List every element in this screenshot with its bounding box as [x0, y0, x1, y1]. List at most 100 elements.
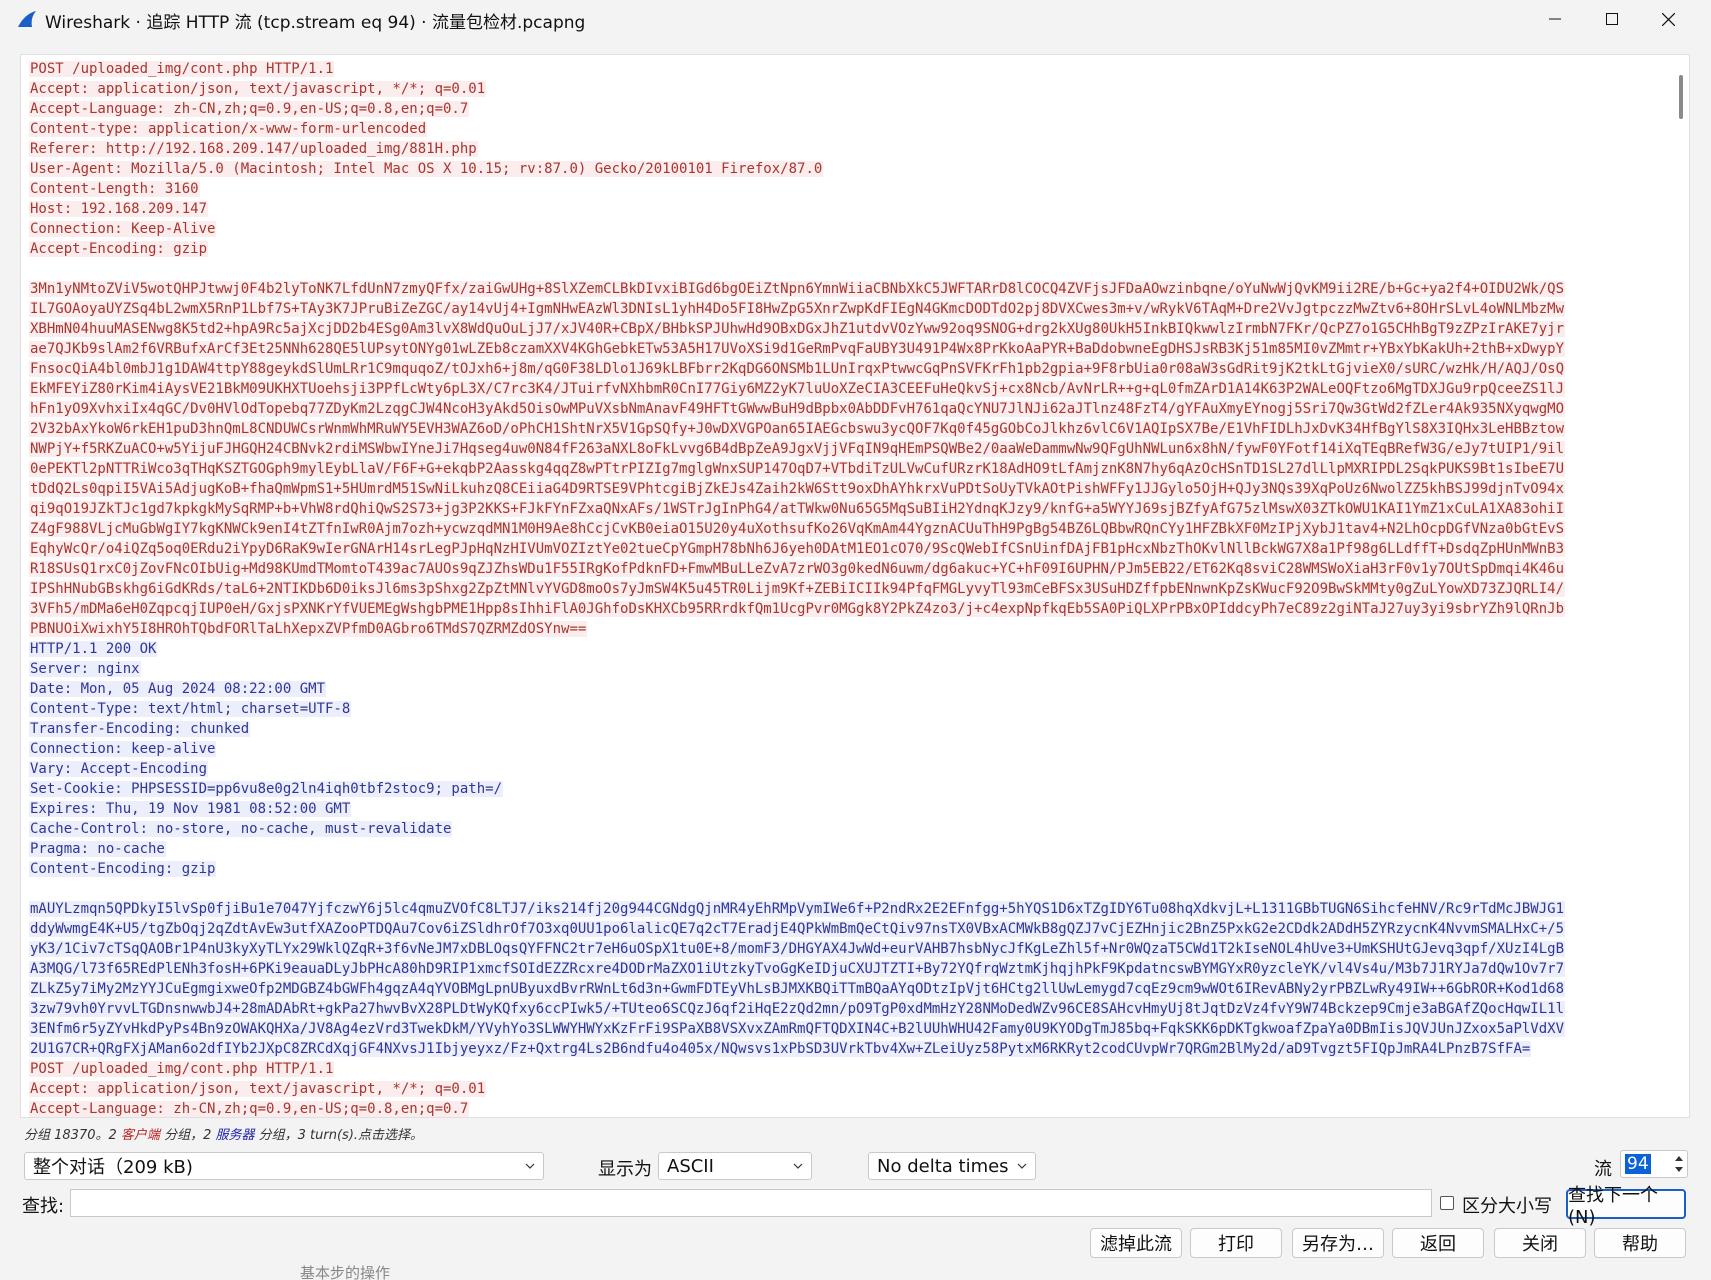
delta-times-select[interactable]: No delta times	[868, 1152, 1036, 1180]
server-stream-line[interactable]: Cache-Control: no-store, no-cache, must-…	[29, 819, 1669, 839]
client-stream-line[interactable]: POST /uploaded_img/cont.php HTTP/1.1	[29, 1059, 1669, 1079]
client-stream-line[interactable]: Content-type: application/x-www-form-url…	[29, 119, 1669, 139]
stream-line-text: 3VFh5/mDMa6eH0ZqpcqjIUP0eH/GxjsPXNKrYfVU…	[29, 601, 1566, 617]
server-stream-line[interactable]: ddyWwmgE4K+U5/tgZbOqj2qZdtAvEw3utfXAZooP…	[29, 919, 1669, 939]
client-stream-line[interactable]: POST /uploaded_img/cont.php HTTP/1.1	[29, 59, 1669, 79]
client-stream-line[interactable]: 3Mn1yNMtoZViV5wotQHPJtwwj0F4b2lyToNK7Lfd…	[29, 279, 1669, 299]
server-stream-line[interactable]: Date: Mon, 05 Aug 2024 08:22:00 GMT	[29, 679, 1669, 699]
server-stream-line[interactable]: Transfer-Encoding: chunked	[29, 719, 1669, 739]
client-stream-line[interactable]: Accept-Encoding: gzip	[29, 239, 1669, 259]
dialog-buttons-row: 滤掉此流 打印 另存为… 返回 关闭 帮助	[0, 1226, 1711, 1260]
stream-line-text: hFn1yO9XvhxiIx4qGC/Dv0HVlOdTopebq77ZDyKm…	[29, 401, 1566, 417]
stream-line-text: Accept-Language: zh-CN,zh;q=0.9,en-US;q=…	[29, 101, 470, 117]
client-stream-line[interactable]: Accept: application/json, text/javascrip…	[29, 1079, 1669, 1099]
show-as-select[interactable]: ASCII	[658, 1152, 812, 1180]
server-stream-line[interactable]: Server: nginx	[29, 659, 1669, 679]
follow-stream-window: Wireshark · 追踪 HTTP 流 (tcp.stream eq 94)…	[0, 0, 1711, 1280]
client-stream-line[interactable]: EqhyWcQr/o4iQZq5oq0ERdu2iYpyD6RaK9wIerGN…	[29, 539, 1669, 559]
maximize-button[interactable]	[1585, 0, 1639, 38]
stream-line-text: 2V32bAxYkoW6rkEH1puD3hnQmL8CNDUWCsrWnmWh…	[29, 421, 1566, 437]
client-stream-line[interactable]: Host: 192.168.209.147	[29, 199, 1669, 219]
server-stream-line[interactable]: 3zw79vh0YrvvLTGDnsnwwbJ4+28mADAbRt+gkPa2…	[29, 999, 1669, 1019]
status-client-count: 2	[108, 1128, 117, 1143]
client-stream-line[interactable]: User-Agent: Mozilla/5.0 (Macintosh; Inte…	[29, 159, 1669, 179]
stream-line-text: 3zw79vh0YrvvLTGDnsnwwbJ4+28mADAbRt+gkPa2…	[29, 1001, 1566, 1017]
stream-line-text: 3Mn1yNMtoZViV5wotQHPJtwwj0F4b2lyToNK7Lfd…	[29, 281, 1566, 297]
server-stream-line[interactable]: Pragma: no-cache	[29, 839, 1669, 859]
minimize-button[interactable]	[1528, 0, 1582, 38]
stream-line-text: Accept-Encoding: gzip	[29, 241, 209, 257]
status-mid2: 分组，3 turn(s).点击选择。	[254, 1128, 424, 1143]
close-button[interactable]: 关闭	[1494, 1228, 1586, 1258]
stream-label: 流	[1594, 1159, 1612, 1180]
client-stream-line[interactable]: NWPjY+f5RKZuACO+w5YijuFJHGQH24CBNvk2rdiM…	[29, 439, 1669, 459]
server-stream-line[interactable]: Vary: Accept-Encoding	[29, 759, 1669, 779]
server-stream-line[interactable]: Content-Encoding: gzip	[29, 859, 1669, 879]
conversation-select[interactable]: 整个对话（209 kB)	[24, 1152, 544, 1180]
client-stream-line[interactable]: XBHmN04huuMASENwg8K5td2+hpA9Rc5ajXcjDD2b…	[29, 319, 1669, 339]
client-stream-line[interactable]: 3VFh5/mDMa6eH0ZqpcqjIUP0eH/GxjsPXNKrYfVU…	[29, 599, 1669, 619]
find-input[interactable]	[70, 1189, 1432, 1217]
stream-content-panel[interactable]: POST /uploaded_img/cont.php HTTP/1.1 Acce…	[20, 54, 1690, 1118]
client-stream-line[interactable]: Referer: http://192.168.209.147/uploaded…	[29, 139, 1669, 159]
client-stream-line[interactable]: Accept-Language: zh-CN,zh;q=0.9,en-US;q=…	[29, 99, 1669, 119]
stream-number-spinbox[interactable]: 94	[1620, 1150, 1688, 1178]
back-button[interactable]: 返回	[1392, 1228, 1484, 1258]
client-stream-line[interactable]: Connection: Keep-Alive	[29, 219, 1669, 239]
client-stream-line[interactable]: PBNUOiXwixhY5I8HROhTQbdFORlTaLhXepxZVPfm…	[29, 619, 1669, 639]
client-stream-line[interactable]: ae7QJKb9slAm2f6VRBufxArCf3Et25NNh628QE5l…	[29, 339, 1669, 359]
scrollbar-thumb[interactable]	[1679, 75, 1683, 119]
server-stream-line[interactable]: mAUYLzmqn5QPDkyI5lvSp0fjiBu1e7047YjfczwY…	[29, 899, 1669, 919]
help-button[interactable]: 帮助	[1594, 1228, 1686, 1258]
client-stream-line[interactable]: tDdQ2Ls0qpiI5VAi5AdjugKoB+fhaQmWpmS1+5HU…	[29, 479, 1669, 499]
server-stream-line[interactable]: A3MQG/l73f65REdPlENh3fosH+6PKi9eauaDLyJb…	[29, 959, 1669, 979]
server-stream-line[interactable]: yK3/1Civ7cTSqQAOBr1P4nU3kyXyTLYx29WklQZq…	[29, 939, 1669, 959]
case-sensitive-checkbox[interactable]	[1440, 1196, 1454, 1210]
server-stream-line[interactable]: HTTP/1.1 200 OK	[29, 639, 1669, 659]
chevron-down-icon	[793, 1163, 803, 1169]
client-stream-line[interactable]: Accept: application/json, text/javascrip…	[29, 79, 1669, 99]
packet-status-line[interactable]: 分组 18370。2 客户端 分组，2 服务器 分组，3 turn(s).点击选…	[24, 1124, 423, 1143]
print-button[interactable]: 打印	[1190, 1228, 1282, 1258]
client-stream-line[interactable]: Accept-Language: zh-CN,zh;q=0.9,en-US;q=…	[29, 1099, 1669, 1117]
client-stream-line[interactable]: R18SUsQ1rxC0jZovFNcOIbUig+Md98KUmdTMomto…	[29, 559, 1669, 579]
stream-line-text: 3ENfm6r5yZYvHkdPyPs4Bn9zOWAKQHXa/JV8Ag4e…	[29, 1021, 1566, 1037]
client-stream-line[interactable]: hFn1yO9XvhxiIx4qGC/Dv0HVlOdTopebq77ZDyKm…	[29, 399, 1669, 419]
stream-text[interactable]: POST /uploaded_img/cont.php HTTP/1.1 Acce…	[29, 59, 1669, 1117]
server-stream-line[interactable]: Connection: keep-alive	[29, 739, 1669, 759]
spin-arrows-icon[interactable]	[1673, 1153, 1685, 1175]
server-stream-line[interactable]: 3ENfm6r5yZYvHkdPyPs4Bn9zOWAKQHXa/JV8Ag4e…	[29, 1019, 1669, 1039]
stream-number-value[interactable]: 94	[1625, 1154, 1651, 1174]
background-window-text: 基本步的操作	[300, 1264, 391, 1280]
stream-line-text: 2U1G7CR+QRgFXjAMan6o2dfIYb2JXpC8ZRCdXqjG…	[29, 1041, 1532, 1057]
find-next-button[interactable]: 查找下一个(N)	[1566, 1185, 1686, 1228]
stream-line-text: Z4gF988VLjcMuGbWgIY7kgKNWCk9enI4tZTfnIwR…	[29, 521, 1566, 537]
stream-line-text: Content-Length: 3160	[29, 181, 200, 197]
client-stream-line[interactable]: EkMFEYiZ80rKim4iAysVE21BkM09UKHXTUoehsji…	[29, 379, 1669, 399]
status-client-word: 客户端	[120, 1128, 160, 1143]
server-stream-line[interactable]: ZLkZ5y7iMy2MzYYJCuEgmgixweOfp2MDGBZ4bGWF…	[29, 979, 1669, 999]
show-as-label: 显示为	[598, 1159, 652, 1180]
server-stream-line[interactable]: 2U1G7CR+QRgFXjAMan6o2dfIYb2JXpC8ZRCdXqjG…	[29, 1039, 1669, 1059]
wireshark-fin-icon	[18, 11, 36, 27]
client-stream-line[interactable]: 2V32bAxYkoW6rkEH1puD3hnQmL8CNDUWCsrWnmWh…	[29, 419, 1669, 439]
stream-line-text: Cache-Control: no-store, no-cache, must-…	[29, 821, 453, 837]
filter-out-stream-button[interactable]: 滤掉此流	[1090, 1228, 1182, 1258]
client-stream-line[interactable]: IL7GOAoyaUYZSq4bL2wmX5RnP1Lbf7S+TAy3K7JP…	[29, 299, 1669, 319]
server-stream-line[interactable]: Content-Type: text/html; charset=UTF-8	[29, 699, 1669, 719]
server-stream-line[interactable]: Expires: Thu, 19 Nov 1981 08:52:00 GMT	[29, 799, 1669, 819]
client-stream-line[interactable]: FnsocQiA4bl0mbJ1g1DAW4ttpY88geykdSlUmLRr…	[29, 359, 1669, 379]
save-as-button[interactable]: 另存为…	[1292, 1228, 1384, 1258]
stream-line-text: Server: nginx	[29, 661, 141, 677]
client-stream-line[interactable]: Z4gF988VLjcMuGbWgIY7kgKNWCk9enI4tZTfnIwR…	[29, 519, 1669, 539]
client-stream-line[interactable]: 0ePEKTl2pNTTRiWco3qTHqKSZTGOGph9mylEybLl…	[29, 459, 1669, 479]
client-stream-line[interactable]: IPShHNubGBskhg6iGdKRds/taL6+2NTIKDb6D0ik…	[29, 579, 1669, 599]
server-stream-line[interactable]: Set-Cookie: PHPSESSID=pp6vu8e0g2ln4iqh0t…	[29, 779, 1669, 799]
status-server-word: 服务器	[215, 1128, 255, 1143]
client-stream-line[interactable]: qi9qO19JZkTJc1gd7kpkgkMySqRMP+b+VhW8rdQh…	[29, 499, 1669, 519]
vertical-scrollbar[interactable]	[1673, 55, 1689, 1117]
close-icon	[1661, 12, 1675, 26]
close-window-button[interactable]	[1641, 0, 1695, 38]
client-stream-line[interactable]: Content-Length: 3160	[29, 179, 1669, 199]
